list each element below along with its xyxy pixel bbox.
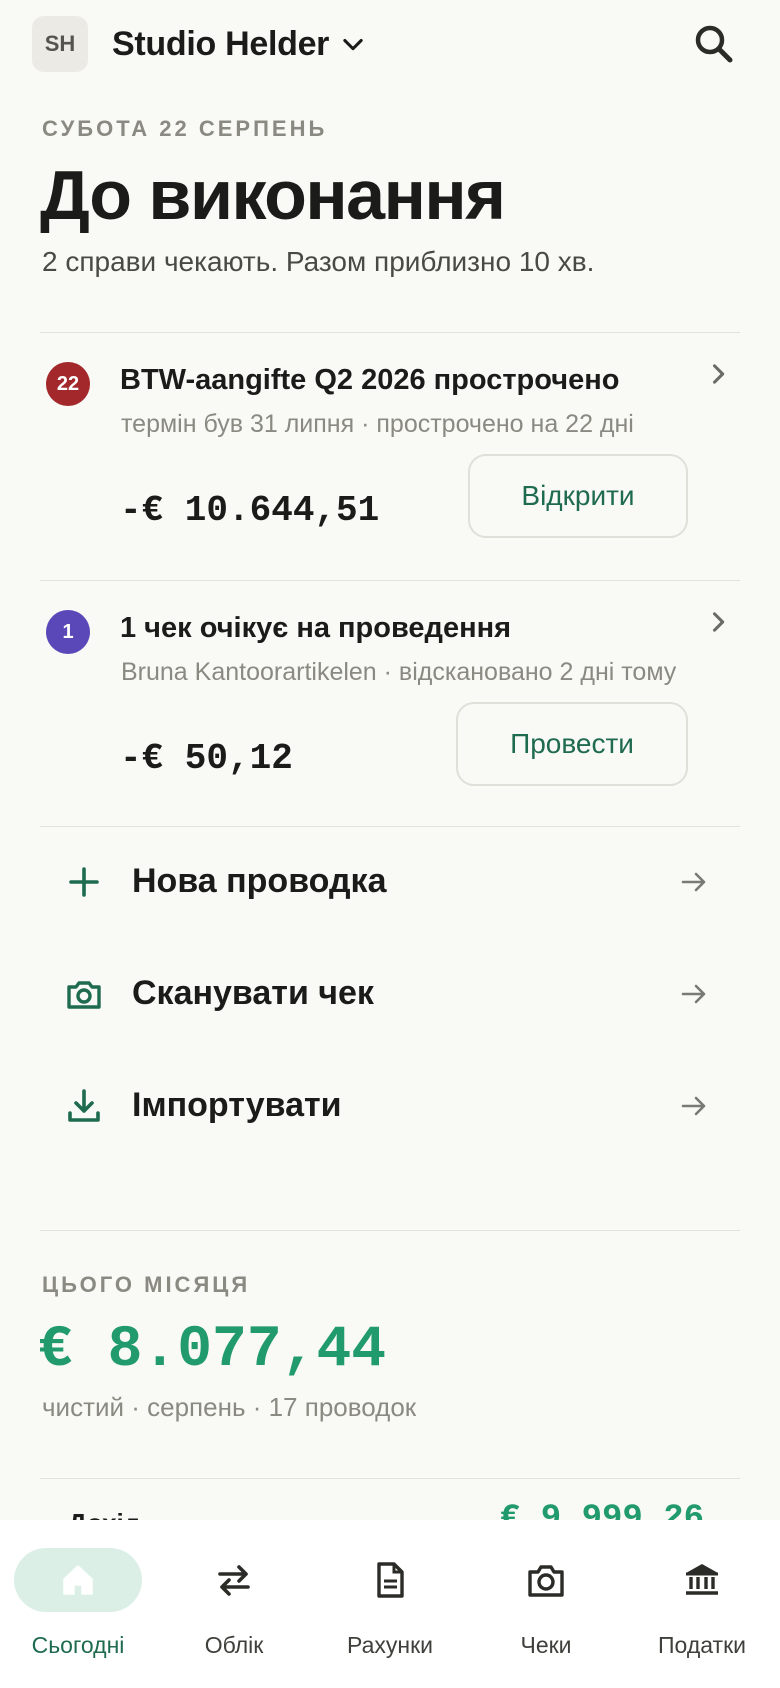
tab-taxes[interactable]: Податки — [624, 1520, 780, 1688]
open-button[interactable]: Відкрити — [468, 454, 688, 538]
home-icon — [63, 1565, 93, 1595]
action-label: Нова проводка — [132, 862, 387, 900]
chevron-right-icon[interactable] — [704, 608, 732, 636]
camera-icon — [67, 981, 101, 1009]
task-title: 1 чек очікує на проведення — [120, 612, 512, 644]
arrow-right-icon — [681, 872, 706, 892]
scan-receipt-action[interactable]: Сканувати чек — [40, 944, 740, 1044]
transfer-icon — [218, 1565, 250, 1596]
tab-label: Чеки — [520, 1632, 572, 1658]
top-bar: SH Studio Helder — [0, 0, 780, 88]
task-card-vat-overdue[interactable]: 22 BTW-aangifte Q2 2026 прострочено терм… — [40, 332, 740, 580]
month-label: ЦЬОГО МІСЯЦЯ — [42, 1272, 251, 1297]
chevron-right-icon[interactable] — [704, 360, 732, 388]
avatar[interactable]: SH — [32, 16, 88, 72]
workspace-switcher[interactable]: Studio Helder — [112, 20, 367, 68]
document-icon — [377, 1562, 404, 1598]
post-button[interactable]: Провести — [456, 702, 688, 786]
tab-ledger[interactable]: Облік — [156, 1520, 312, 1688]
download-icon — [68, 1089, 100, 1122]
workspace-name: Studio Helder — [112, 24, 330, 63]
tab-invoices[interactable]: Рахунки — [312, 1520, 468, 1688]
divider — [40, 1230, 740, 1231]
date-label: СУБОТА 22 СЕРПЕНЬ — [42, 116, 328, 141]
month-detail: чистий · серпень · 17 проводок — [42, 1392, 417, 1422]
count-badge: 1 — [46, 610, 90, 654]
task-title: BTW-aangifte Q2 2026 прострочено — [120, 364, 620, 396]
tab-label: Рахунки — [347, 1632, 433, 1658]
task-amount: -€ 50,12 — [120, 738, 293, 779]
tab-today[interactable]: Сьогодні — [0, 1520, 156, 1688]
task-subtitle: термін був 31 липня · прострочено на 22 … — [121, 410, 634, 438]
chevron-down-icon — [343, 38, 363, 51]
divider — [40, 826, 740, 827]
tab-label: Податки — [658, 1632, 746, 1658]
action-label: Імпортувати — [132, 1086, 342, 1124]
overdue-badge: 22 — [46, 362, 90, 406]
task-subtitle: Bruna Kantoorartikelen · відскановано 2 … — [121, 658, 677, 686]
bottom-tab-bar: Сьогодні Облік Рахунки Чеки Податки — [0, 1520, 780, 1688]
month-net-amount: € 8.077,44 — [38, 1318, 387, 1383]
tab-label: Сьогодні — [31, 1632, 125, 1658]
bank-icon — [686, 1564, 718, 1595]
search-icon[interactable] — [690, 20, 738, 68]
divider — [40, 1478, 740, 1479]
new-entry-action[interactable]: Нова проводка — [40, 832, 740, 932]
plus-icon — [69, 867, 99, 897]
action-label: Сканувати чек — [132, 974, 374, 1012]
tab-label: Облік — [204, 1632, 264, 1658]
tab-receipts[interactable]: Чеки — [468, 1520, 624, 1688]
task-card-receipt-pending[interactable]: 1 1 чек очікує на проведення Bruna Kanto… — [40, 580, 740, 828]
camera-icon — [528, 1565, 564, 1597]
tasks-summary: 2 справи чекають. Разом приблизно 10 хв. — [42, 246, 595, 277]
import-action[interactable]: Імпортувати — [40, 1056, 740, 1156]
arrow-right-icon — [681, 1096, 706, 1116]
arrow-right-icon — [681, 984, 706, 1004]
page-title: До виконання — [40, 156, 506, 234]
task-amount: -€ 10.644,51 — [120, 490, 380, 531]
